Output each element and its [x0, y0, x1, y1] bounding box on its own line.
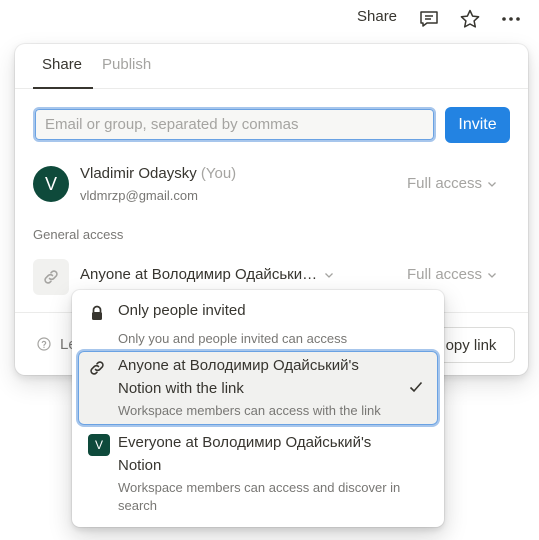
- link-icon: [33, 259, 69, 295]
- avatar: V: [33, 166, 69, 202]
- general-access-select[interactable]: Anyone at Володимир Одайськи…: [80, 266, 335, 283]
- active-tab-indicator: [33, 87, 93, 89]
- option-description: Workspace members can access and discove…: [118, 480, 401, 513]
- chevron-down-icon: [488, 181, 496, 187]
- option-title: Everyone at Володимир Одайський's Notion: [118, 434, 372, 474]
- general-access-value: Anyone at Володимир Одайськи…: [80, 266, 318, 283]
- general-access-label: General access: [33, 227, 124, 242]
- option-description: Only you and people invited can access: [118, 331, 348, 346]
- tab-bar: Share Publish: [15, 44, 528, 89]
- user-access-select[interactable]: Full access: [407, 175, 498, 192]
- link-icon: [90, 361, 104, 375]
- check-icon: [409, 381, 423, 393]
- star-icon[interactable]: [459, 8, 481, 30]
- tab-publish[interactable]: Publish: [102, 56, 151, 73]
- workspace-icon: V: [88, 434, 110, 456]
- user-name: Vladimir Odaysky (You): [80, 165, 236, 182]
- option-title: Anyone at Володимир Одайський's Notion w…: [118, 357, 359, 397]
- comment-icon[interactable]: [418, 8, 440, 30]
- invite-button[interactable]: Invite: [445, 107, 510, 143]
- invite-email-input[interactable]: [33, 107, 436, 142]
- option-anyone-with-link[interactable]: Anyone at Володимир Одайський's Notion w…: [78, 351, 438, 425]
- topbar: Share: [0, 0, 539, 36]
- option-only-invited[interactable]: Only people invited Only you and people …: [78, 296, 438, 350]
- lock-icon: [92, 305, 102, 320]
- top-share-button[interactable]: Share: [357, 8, 397, 25]
- option-everyone-in-workspace[interactable]: V Everyone at Володимир Одайський's Noti…: [78, 429, 438, 521]
- general-access-dropdown: Only people invited Only you and people …: [72, 290, 444, 527]
- chevron-down-icon: [488, 272, 496, 278]
- more-icon[interactable]: [500, 8, 522, 30]
- tab-share[interactable]: Share: [42, 56, 82, 73]
- general-access-level-select[interactable]: Full access: [407, 266, 498, 283]
- general-access-level-label: Full access: [407, 266, 483, 283]
- option-title: Only people invited: [118, 302, 246, 319]
- you-tag: (You): [200, 165, 237, 182]
- chevron-down-icon: [325, 272, 334, 278]
- help-icon[interactable]: [37, 337, 51, 351]
- option-description: Workspace members can access with the li…: [118, 403, 381, 418]
- user-access-label: Full access: [407, 175, 483, 192]
- user-name-text: Vladimir Odaysky: [80, 165, 197, 182]
- user-email: vldmrzp@gmail.com: [80, 188, 198, 203]
